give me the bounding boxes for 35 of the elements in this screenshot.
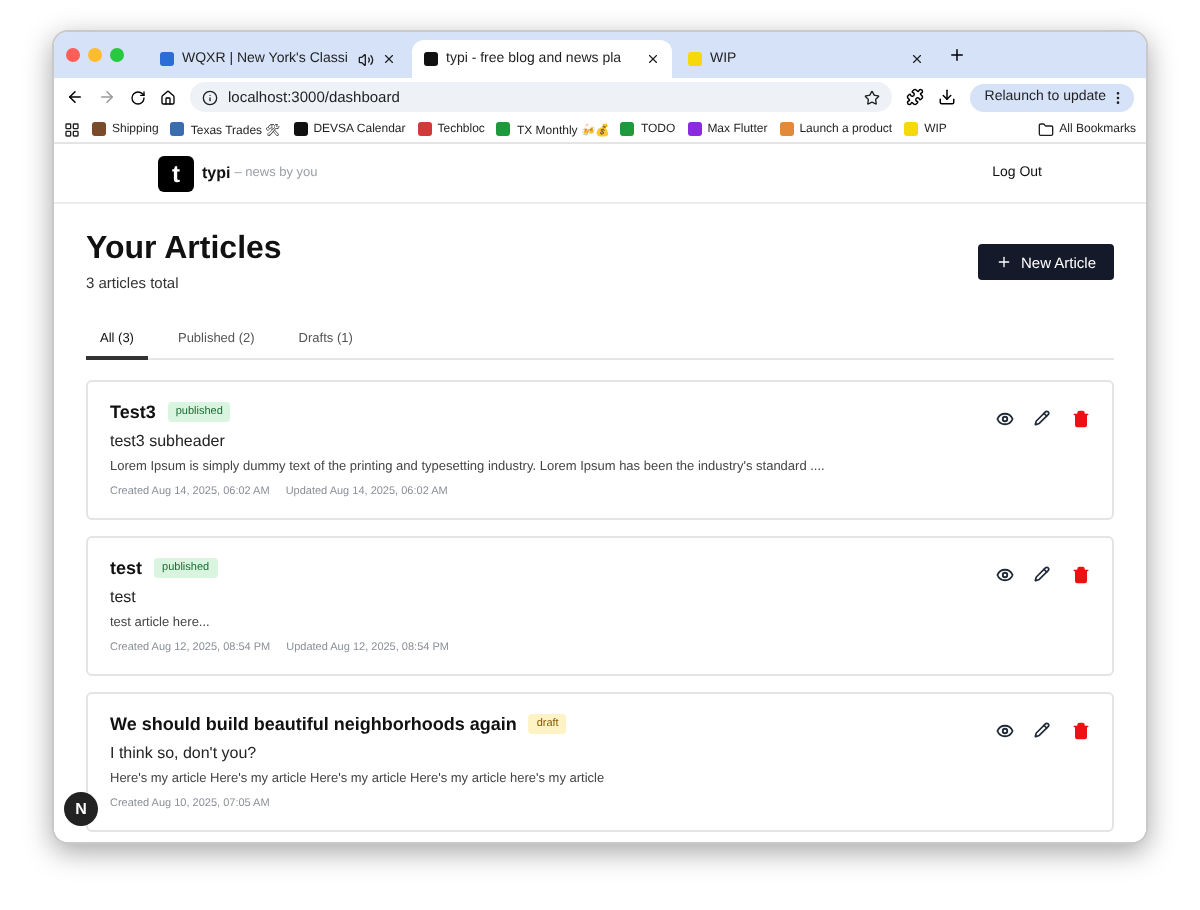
logo[interactable]: t xyxy=(158,155,194,191)
new-tab-icon[interactable] xyxy=(948,46,966,64)
apps-icon[interactable] xyxy=(64,121,80,137)
reload-icon[interactable] xyxy=(130,89,146,105)
edit-button[interactable] xyxy=(1032,408,1052,428)
view-button[interactable] xyxy=(994,564,1014,584)
brand-name: typi xyxy=(202,164,231,182)
folder-icon xyxy=(1037,121,1054,137)
delete-button[interactable] xyxy=(1070,564,1090,584)
close-icon[interactable] xyxy=(910,52,924,66)
star-icon[interactable] xyxy=(864,89,881,105)
article-subheader: test xyxy=(110,588,138,606)
back-icon[interactable] xyxy=(66,88,84,106)
edit-button[interactable] xyxy=(1032,564,1052,584)
edit-button[interactable] xyxy=(1032,720,1052,740)
page-title: Your Articles xyxy=(86,232,282,268)
plus-icon xyxy=(996,254,1013,270)
extensions-icon[interactable] xyxy=(906,88,925,106)
article-title[interactable]: Test3 xyxy=(110,402,156,422)
info-icon[interactable] xyxy=(202,89,218,105)
article-subheader: I think so, don't you? xyxy=(110,744,259,762)
forward-icon[interactable] xyxy=(98,88,116,106)
close-icon[interactable] xyxy=(646,52,660,66)
article-title[interactable]: test xyxy=(110,558,143,578)
delete-button[interactable] xyxy=(1070,720,1090,740)
article-title[interactable]: We should build beautiful neighborhoods again xyxy=(110,714,517,734)
speaker-icon[interactable] xyxy=(358,51,374,67)
delete-button[interactable] xyxy=(1070,408,1090,428)
home-icon[interactable] xyxy=(160,89,176,105)
dev-tools-badge[interactable]: N xyxy=(64,792,98,826)
close-icon[interactable] xyxy=(382,52,396,66)
download-icon[interactable] xyxy=(938,88,957,106)
article-subheader: test3 subheader xyxy=(110,432,227,450)
view-button[interactable] xyxy=(994,720,1014,740)
view-button[interactable] xyxy=(994,408,1014,428)
